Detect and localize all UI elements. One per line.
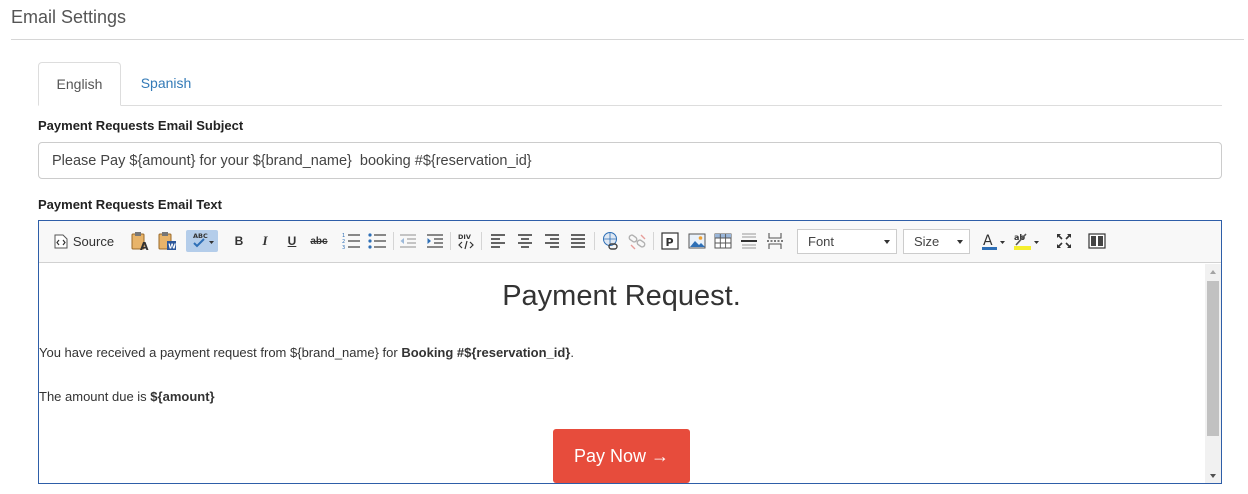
maximize-button[interactable] [1053, 230, 1075, 252]
size-select-label: Size [914, 234, 940, 249]
italic-button[interactable]: I [255, 230, 275, 252]
toolbar-separator [653, 232, 654, 250]
body-label: Payment Requests Email Text [38, 197, 222, 212]
font-select[interactable]: Font [797, 229, 897, 254]
bulleted-list-icon [368, 233, 386, 249]
subject-input[interactable] [38, 142, 1222, 179]
text-color-icon: A [982, 233, 1005, 250]
background-color-button[interactable]: ab [1012, 230, 1042, 252]
email-line-amount-text: The amount due is [39, 389, 151, 404]
link-button[interactable] [600, 230, 622, 252]
numbered-list-button[interactable]: 1 2 3 [340, 230, 362, 252]
horizontal-rule-button[interactable] [738, 230, 760, 252]
show-blocks-icon [1088, 233, 1106, 249]
italic-icon: I [262, 233, 268, 248]
paste-word-icon: W [158, 232, 176, 251]
page-break-button[interactable] [764, 230, 786, 252]
underline-icon: U [287, 234, 297, 248]
email-line-brand: You have received a payment request from… [39, 345, 574, 360]
bold-icon: B [234, 234, 244, 248]
placeholder-button[interactable]: P [659, 230, 681, 252]
email-line-amount: The amount due is ${amount} [39, 389, 215, 404]
source-button[interactable]: Source [51, 230, 117, 252]
horizontal-rule-icon [741, 233, 757, 249]
align-right-button[interactable] [541, 230, 563, 252]
toolbar-separator [393, 232, 394, 250]
email-line-brand-end: . [570, 345, 574, 360]
justify-button[interactable] [567, 230, 589, 252]
paste-word-button[interactable]: W [156, 230, 178, 252]
bulleted-list-button[interactable] [366, 230, 388, 252]
spellcheck-button[interactable]: ABC [186, 230, 218, 252]
strikethrough-icon: abc [310, 235, 328, 247]
spellcheck-icon: ABC [193, 232, 214, 248]
editor-toolbar: Source A W ABC B I U abc 1 2 3 DIV P Fon… [39, 221, 1221, 263]
toolbar-separator [481, 232, 482, 250]
table-icon [714, 233, 732, 249]
background-color-icon: ab [1014, 233, 1039, 250]
title-divider [11, 39, 1244, 40]
email-amount-value: ${amount} [150, 389, 215, 404]
svg-text:DIV: DIV [458, 233, 471, 241]
placeholder-icon: P [661, 232, 679, 250]
pay-now-button[interactable]: Pay Now → [553, 429, 690, 483]
svg-text:3: 3 [342, 245, 345, 250]
outdent-button[interactable] [397, 230, 419, 252]
editor-scrollbar[interactable] [1205, 264, 1221, 483]
page-title: Email Settings [11, 7, 127, 27]
subject-label: Payment Requests Email Subject [38, 118, 244, 133]
source-label: Source [72, 233, 115, 249]
show-blocks-button[interactable] [1086, 230, 1108, 252]
scroll-down-arrow-icon[interactable] [1210, 474, 1216, 478]
toolbar-separator [594, 232, 595, 250]
text-color-button[interactable]: A [980, 230, 1008, 252]
align-left-icon [491, 234, 505, 248]
image-icon [688, 233, 706, 249]
create-div-icon: DIV [458, 233, 474, 250]
paste-text-button[interactable]: A [129, 230, 151, 252]
numbered-list-icon: 1 2 3 [342, 233, 360, 250]
svg-text:A: A [983, 233, 993, 249]
bold-button[interactable]: B [229, 230, 249, 252]
scroll-up-arrow-icon[interactable] [1210, 270, 1216, 274]
justify-icon [571, 234, 585, 248]
email-heading: Payment Request. [502, 280, 741, 312]
email-booking-ref: Booking #${reservation_id} [401, 345, 571, 360]
strikethrough-button[interactable]: abc [307, 230, 331, 252]
svg-text:ABC: ABC [193, 232, 208, 240]
paste-text-icon: A [131, 232, 149, 251]
underline-button[interactable]: U [282, 230, 302, 252]
image-button[interactable] [686, 230, 708, 252]
svg-text:P: P [666, 236, 674, 249]
font-select-label: Font [808, 234, 835, 249]
language-tabs: English Spanish [38, 62, 1222, 106]
source-icon [54, 234, 68, 248]
align-right-icon [545, 234, 559, 248]
outdent-icon [400, 234, 416, 248]
indent-icon [427, 234, 443, 248]
svg-text:W: W [168, 243, 176, 251]
editor-content[interactable]: Payment Request. You have received a pay… [39, 264, 1204, 483]
size-select[interactable]: Size [903, 229, 970, 254]
email-line-brand-text: You have received a payment request from… [39, 345, 402, 360]
tab-spanish[interactable]: Spanish [128, 62, 204, 106]
link-icon [603, 232, 618, 250]
toolbar-separator [450, 232, 451, 250]
maximize-icon [1057, 234, 1071, 248]
table-button[interactable] [712, 230, 734, 252]
scrollbar-thumb[interactable] [1207, 281, 1219, 436]
chevron-down-icon [884, 240, 890, 244]
align-center-icon [518, 234, 532, 248]
page-break-icon [767, 233, 783, 249]
unlink-button[interactable] [626, 230, 648, 252]
chevron-down-icon [957, 240, 963, 244]
rich-text-editor[interactable]: Source A W ABC B I U abc 1 2 3 DIV P Fon… [38, 220, 1222, 484]
create-div-button[interactable]: DIV [455, 230, 477, 252]
svg-text:A: A [140, 240, 149, 251]
align-left-button[interactable] [487, 230, 509, 252]
tab-english[interactable]: English [38, 62, 121, 106]
align-center-button[interactable] [514, 230, 536, 252]
indent-button[interactable] [424, 230, 446, 252]
unlink-icon [628, 234, 646, 250]
